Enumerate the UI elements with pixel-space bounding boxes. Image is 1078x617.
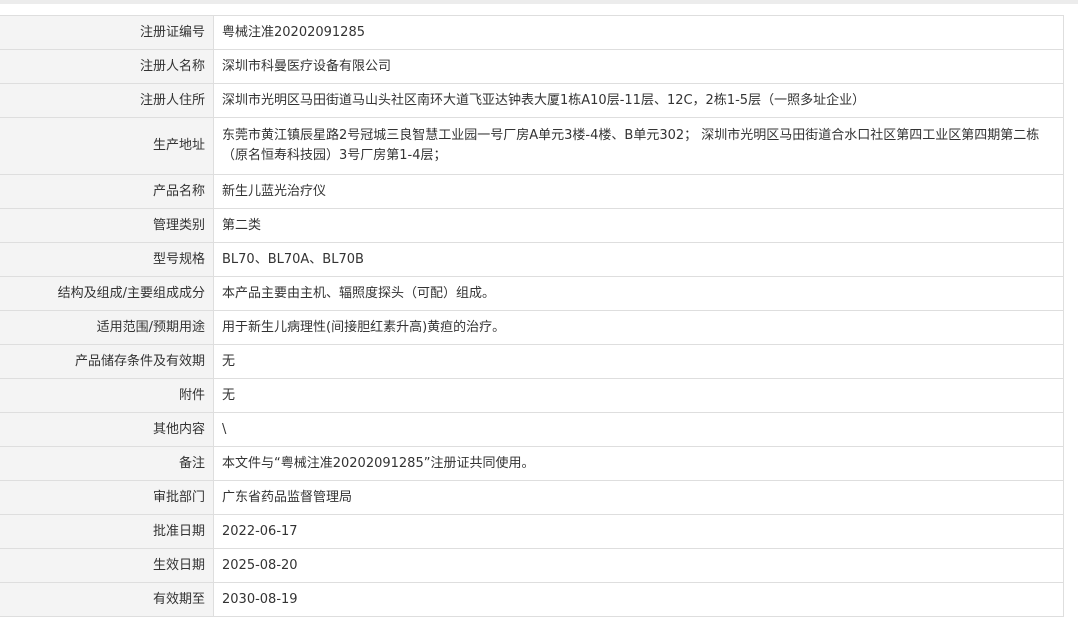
table-row: 产品储存条件及有效期 无 [0, 344, 1064, 379]
row-label-attachment: 附件 [0, 378, 214, 413]
row-value-storage-validity: 无 [213, 344, 1064, 379]
row-value-other-content: \ [213, 412, 1064, 447]
row-value-remarks: 本文件与“粤械注准20202091285”注册证共同使用。 [213, 446, 1064, 481]
table-row: 注册人住所 深圳市光明区马田街道马山头社区南环大道飞亚达钟表大厦1栋A10层-1… [0, 83, 1064, 118]
table-row: 其他内容 \ [0, 412, 1064, 447]
row-value-approval-department: 广东省药品监督管理局 [213, 480, 1064, 515]
row-label-model-spec: 型号规格 [0, 242, 214, 277]
row-value-attachment: 无 [213, 378, 1064, 413]
table-row: 注册证编号 粤械注准20202091285 [0, 15, 1064, 50]
table-row: 附件 无 [0, 378, 1064, 413]
row-label-management-class: 管理类别 [0, 208, 214, 243]
row-label-approval-department: 审批部门 [0, 480, 214, 515]
table-row: 管理类别 第二类 [0, 208, 1064, 243]
row-label-effective-date: 生效日期 [0, 548, 214, 583]
row-value-registrant-address: 深圳市光明区马田街道马山头社区南环大道飞亚达钟表大厦1栋A10层-11层、12C… [213, 83, 1064, 118]
row-value-valid-until: 2030-08-19 [213, 582, 1064, 617]
row-label-valid-until: 有效期至 [0, 582, 214, 617]
row-label-registration-number: 注册证编号 [0, 15, 214, 50]
row-value-management-class: 第二类 [213, 208, 1064, 243]
row-value-registration-number: 粤械注准20202091285 [213, 15, 1064, 50]
top-divider-strip [0, 0, 1078, 4]
table-row: 备注 本文件与“粤械注准20202091285”注册证共同使用。 [0, 446, 1064, 481]
row-value-effective-date: 2025-08-20 [213, 548, 1064, 583]
table-row: 生效日期 2025-08-20 [0, 548, 1064, 583]
table-row: 生产地址 东莞市黄江镇辰星路2号冠城三良智慧工业园一号厂房A单元3楼-4楼、B单… [0, 117, 1064, 175]
row-value-production-address: 东莞市黄江镇辰星路2号冠城三良智慧工业园一号厂房A单元3楼-4楼、B单元302；… [213, 117, 1064, 175]
row-label-remarks: 备注 [0, 446, 214, 481]
row-value-intended-use: 用于新生儿病理性(间接胆红素升高)黄疸的治疗。 [213, 310, 1064, 345]
table-row: 批准日期 2022-06-17 [0, 514, 1064, 549]
row-value-model-spec: BL70、BL70A、BL70B [213, 242, 1064, 277]
row-label-structure-composition: 结构及组成/主要组成成分 [0, 276, 214, 311]
table-row: 型号规格 BL70、BL70A、BL70B [0, 242, 1064, 277]
table-row: 适用范围/预期用途 用于新生儿病理性(间接胆红素升高)黄疸的治疗。 [0, 310, 1064, 345]
table-row: 有效期至 2030-08-19 [0, 582, 1064, 617]
row-value-registrant-name: 深圳市科曼医疗设备有限公司 [213, 49, 1064, 84]
row-label-registrant-name: 注册人名称 [0, 49, 214, 84]
row-label-other-content: 其他内容 [0, 412, 214, 447]
row-label-production-address: 生产地址 [0, 117, 214, 175]
row-value-approval-date: 2022-06-17 [213, 514, 1064, 549]
registration-detail-table: 注册证编号 粤械注准20202091285 注册人名称 深圳市科曼医疗设备有限公… [0, 15, 1064, 617]
table-row: 审批部门 广东省药品监督管理局 [0, 480, 1064, 515]
table-row: 产品名称 新生儿蓝光治疗仪 [0, 174, 1064, 209]
row-label-registrant-address: 注册人住所 [0, 83, 214, 118]
row-label-storage-validity: 产品储存条件及有效期 [0, 344, 214, 379]
table-row: 注册人名称 深圳市科曼医疗设备有限公司 [0, 49, 1064, 84]
row-value-structure-composition: 本产品主要由主机、辐照度探头（可配）组成。 [213, 276, 1064, 311]
row-label-intended-use: 适用范围/预期用途 [0, 310, 214, 345]
row-value-product-name: 新生儿蓝光治疗仪 [213, 174, 1064, 209]
table-row: 结构及组成/主要组成成分 本产品主要由主机、辐照度探头（可配）组成。 [0, 276, 1064, 311]
row-label-approval-date: 批准日期 [0, 514, 214, 549]
row-label-product-name: 产品名称 [0, 174, 214, 209]
